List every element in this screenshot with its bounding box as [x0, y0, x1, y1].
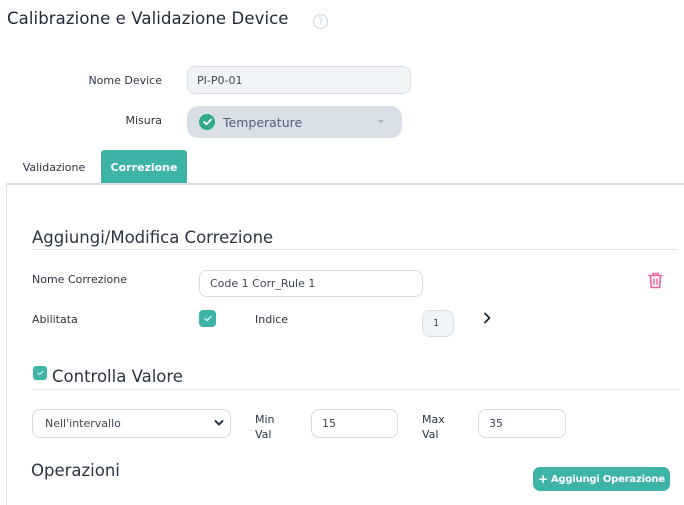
add-operazione-label: Aggiungi Operazione [550, 473, 665, 485]
chevron-down-icon [214, 420, 224, 426]
checkmark-icon [36, 370, 44, 376]
trash-icon[interactable] [648, 272, 663, 289]
nome-device-value: PI-P0-01 [197, 73, 243, 87]
chevron-right-icon[interactable] [482, 311, 492, 325]
nome-device-label: Nome Device [88, 74, 162, 87]
plus-icon: + [538, 472, 548, 486]
nome-device-field[interactable]: PI-P0-01 [187, 66, 411, 94]
condition-select[interactable]: Nell'intervallo [32, 409, 231, 438]
indice-label: Indice [255, 313, 289, 326]
abilitata-checkbox[interactable] [199, 310, 216, 327]
check-circle-icon [199, 114, 215, 130]
checkmark-icon [203, 315, 212, 322]
tab-validazione[interactable]: Validazione [10, 150, 98, 184]
operazioni-title: Operazioni [31, 461, 120, 480]
abilitata-label: Abilitata [32, 313, 78, 326]
indice-value: 1 [433, 318, 440, 329]
nome-correzione-field[interactable]: Code 1 Corr_Rule 1 [199, 270, 423, 297]
min-val-label: Min Val [255, 413, 275, 441]
nome-correzione-label: Nome Correzione [32, 273, 128, 286]
max-val-value: 35 [489, 417, 503, 430]
nome-correzione-value: Code 1 Corr_Rule 1 [210, 277, 316, 290]
controlla-valore-checkbox[interactable] [33, 366, 47, 380]
min-val-field[interactable]: 15 [311, 409, 398, 438]
page-title: Calibrazione e Validazione Device [7, 9, 289, 28]
caret-down-icon [378, 120, 384, 123]
max-val-label: Max Val [422, 413, 445, 441]
correzione-section-title: Aggiungi/Modifica Correzione [32, 228, 274, 247]
min-val-value: 15 [322, 417, 336, 430]
tab-divider [6, 183, 684, 185]
tab-correzione[interactable]: Correzione [101, 150, 187, 184]
controlla-valore-title: Controlla Valore [52, 367, 183, 386]
indice-field[interactable]: 1 [422, 310, 454, 337]
misura-label: Misura [125, 114, 162, 127]
misura-value: Temperature [223, 114, 303, 130]
section-divider [32, 249, 678, 250]
panel-border [6, 185, 7, 505]
max-val-field[interactable]: 35 [478, 409, 566, 438]
misura-select[interactable]: Temperature [187, 106, 402, 138]
add-operazione-button[interactable]: + Aggiungi Operazione [533, 467, 670, 491]
condition-value: Nell'intervallo [45, 417, 121, 430]
section-divider [32, 389, 678, 390]
help-icon[interactable]: ? [313, 14, 328, 29]
